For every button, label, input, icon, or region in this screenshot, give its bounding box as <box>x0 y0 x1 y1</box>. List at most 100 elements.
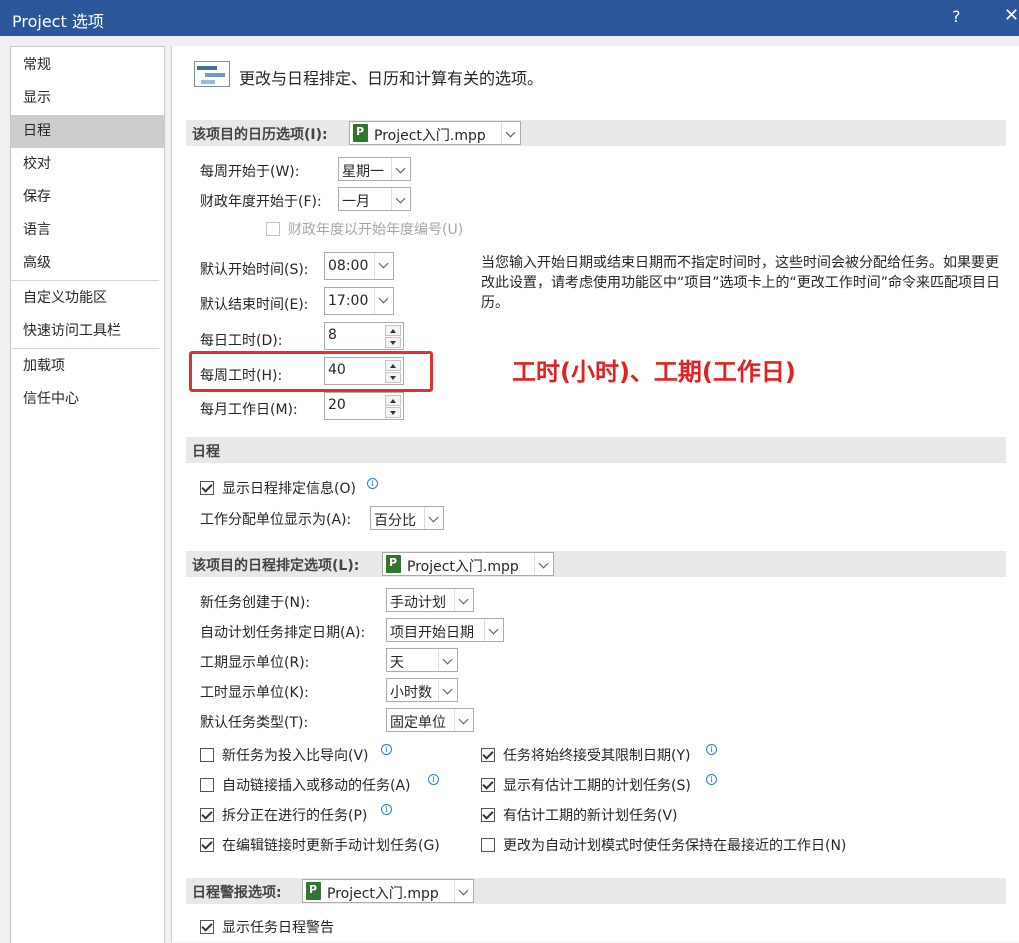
spin-up-button[interactable] <box>385 395 401 406</box>
chevron-down-icon <box>438 649 457 671</box>
days-per-month-label: 每月工作日(M): <box>200 402 298 418</box>
sidebar-item-display[interactable]: 显示 <box>11 82 164 115</box>
show-estimated-checkbox[interactable] <box>481 778 495 792</box>
sidebar-item-proofing[interactable]: 校对 <box>11 148 164 181</box>
chevron-down-icon <box>501 122 520 144</box>
week-start-dropdown[interactable]: 星期一 <box>338 157 411 181</box>
options-sidebar: 常规 显示 日程 校对 保存 语言 高级 自定义功能区 快速访问工具栏 加载项 … <box>10 46 165 943</box>
new-tasks-label: 新任务创建于(N): <box>200 595 311 611</box>
sidebar-item-general[interactable]: 常规 <box>11 49 164 82</box>
show-alerts-checkbox[interactable] <box>200 920 214 934</box>
chevron-down-icon <box>484 619 503 641</box>
new-tasks-dropdown[interactable]: 手动计划 <box>386 588 474 612</box>
split-tasks-label: 拆分正在进行的任务(P) <box>222 808 368 824</box>
chevron-down-icon <box>454 589 473 611</box>
window-title: Project 选项 <box>12 12 104 31</box>
split-tasks-checkbox[interactable] <box>200 808 214 822</box>
sidebar-item-customize-ribbon[interactable]: 自定义功能区 <box>11 282 164 315</box>
section-scheduling-options: 该项目的日程排定选项(L): <box>186 551 1006 577</box>
show-alerts-label: 显示任务日程警告 <box>222 920 334 936</box>
highlight-box <box>189 351 433 392</box>
sidebar-divider <box>11 348 159 349</box>
auto-sched-label: 自动计划任务排定日期(A): <box>200 625 366 641</box>
assignment-units-dropdown[interactable]: 百分比 <box>370 506 444 530</box>
info-icon: i <box>706 744 717 755</box>
section-schedule: 日程 <box>186 437 1006 463</box>
fiscal-start-dropdown[interactable]: 一月 <box>338 187 411 211</box>
info-icon: i <box>706 774 717 785</box>
sidebar-item-quick-access[interactable]: 快速访问工具栏 <box>11 315 164 348</box>
keep-nearest-workday-checkbox[interactable] <box>481 838 495 852</box>
show-schedule-msgs-checkbox[interactable] <box>200 481 214 495</box>
annotation-text: 工时(小时)、工期(工作日) <box>512 358 796 386</box>
sidebar-item-save[interactable]: 保存 <box>11 181 164 214</box>
autolink-checkbox[interactable] <box>200 778 214 792</box>
default-end-label: 默认结束时间(E): <box>200 297 309 313</box>
update-manual-checkbox[interactable] <box>200 838 214 852</box>
assignment-units-label: 工作分配单位显示为(A): <box>200 512 352 528</box>
keep-nearest-workday-label: 更改为自动计划模式时使任务保持在最接近的工作日(N) <box>503 838 847 854</box>
chevron-down-icon <box>438 679 457 701</box>
sidebar-item-schedule[interactable]: 日程 <box>11 115 164 148</box>
duration-units-dropdown[interactable]: 天 <box>386 648 458 672</box>
info-icon: i <box>367 478 378 489</box>
default-start-label: 默认开始时间(S): <box>200 262 309 278</box>
sidebar-item-advanced[interactable]: 高级 <box>11 247 164 280</box>
sidebar-item-language[interactable]: 语言 <box>11 214 164 247</box>
section-title: 该项目的日程排定选项(L): <box>192 558 360 574</box>
effort-driven-label: 新任务为投入比导向(V) <box>222 748 369 764</box>
sidebar-item-addins[interactable]: 加载项 <box>11 350 164 383</box>
chevron-down-icon <box>454 709 473 731</box>
chevron-down-icon <box>374 288 393 314</box>
default-task-type-dropdown[interactable]: 固定单位 <box>386 708 474 732</box>
default-task-type-label: 默认任务类型(T): <box>200 715 309 731</box>
chevron-down-icon <box>374 253 393 279</box>
spin-up-button[interactable] <box>385 325 401 336</box>
work-units-dropdown[interactable]: 小时数 <box>386 678 458 702</box>
hours-per-day-spinner[interactable]: 8 <box>324 322 404 350</box>
project-file-icon <box>386 555 401 573</box>
section-title: 日程警报选项: <box>192 885 282 901</box>
project-file-icon <box>306 882 321 900</box>
spin-down-button[interactable] <box>385 337 401 348</box>
calendar-description: 当您输入开始日期或结束日期而不指定时间时，这些时间会被分配给任务。如果要更改此设… <box>481 255 1001 311</box>
new-estimated-label: 有估计工期的新计划任务(V) <box>503 808 678 824</box>
chevron-down-icon <box>391 158 410 180</box>
default-start-dropdown[interactable]: 08:00 <box>324 252 394 280</box>
sidebar-divider <box>11 280 159 281</box>
chevron-down-icon <box>534 553 553 575</box>
section-title: 日程 <box>192 444 220 460</box>
info-icon: i <box>381 744 392 755</box>
chevron-down-icon <box>391 188 410 210</box>
scheduling-project-dropdown[interactable]: Project入门.mpp <box>382 552 554 576</box>
days-per-month-spinner[interactable]: 20 <box>324 392 404 420</box>
fiscal-numbering-checkbox[interactable] <box>266 222 280 236</box>
honor-constraints-checkbox[interactable] <box>481 748 495 762</box>
calendar-project-dropdown[interactable]: Project入门.mpp <box>349 121 521 145</box>
info-icon: i <box>381 804 392 815</box>
hours-per-day-label: 每日工时(D): <box>200 333 283 349</box>
show-estimated-label: 显示有估计工期的计划任务(S) <box>503 778 691 794</box>
update-manual-label: 在编辑链接时更新手动计划任务(G) <box>222 838 440 854</box>
honor-constraints-label: 任务将始终接受其限制日期(Y) <box>503 748 691 764</box>
fiscal-numbering-label: 财政年度以开始年度编号(U) <box>288 222 464 238</box>
auto-sched-dropdown[interactable]: 项目开始日期 <box>386 618 504 642</box>
chevron-down-icon <box>424 507 443 529</box>
show-schedule-msgs-label: 显示日程排定信息(O) <box>222 481 356 497</box>
work-units-label: 工时显示单位(K): <box>200 685 309 701</box>
default-end-dropdown[interactable]: 17:00 <box>324 287 394 315</box>
schedule-gantt-icon <box>194 61 230 87</box>
sidebar-item-trust-center[interactable]: 信任中心 <box>11 383 164 416</box>
alerts-project-dropdown[interactable]: Project入门.mpp <box>302 879 474 903</box>
autolink-label: 自动链接插入或移动的任务(A) <box>222 778 411 794</box>
close-button[interactable]: ✕ <box>1004 5 1019 26</box>
help-button[interactable]: ? <box>952 7 961 26</box>
effort-driven-checkbox[interactable] <box>200 748 214 762</box>
title-bar: Project 选项 ? ✕ <box>0 0 1019 36</box>
week-start-label: 每周开始于(W): <box>200 164 300 180</box>
spin-down-button[interactable] <box>385 407 401 418</box>
fiscal-start-label: 财政年度开始于(F): <box>200 194 322 210</box>
new-estimated-checkbox[interactable] <box>481 808 495 822</box>
page-header: 更改与日程排定、日历和计算有关的选项。 <box>239 69 544 88</box>
section-calendar-options: 该项目的日历选项(I): <box>186 120 1006 146</box>
